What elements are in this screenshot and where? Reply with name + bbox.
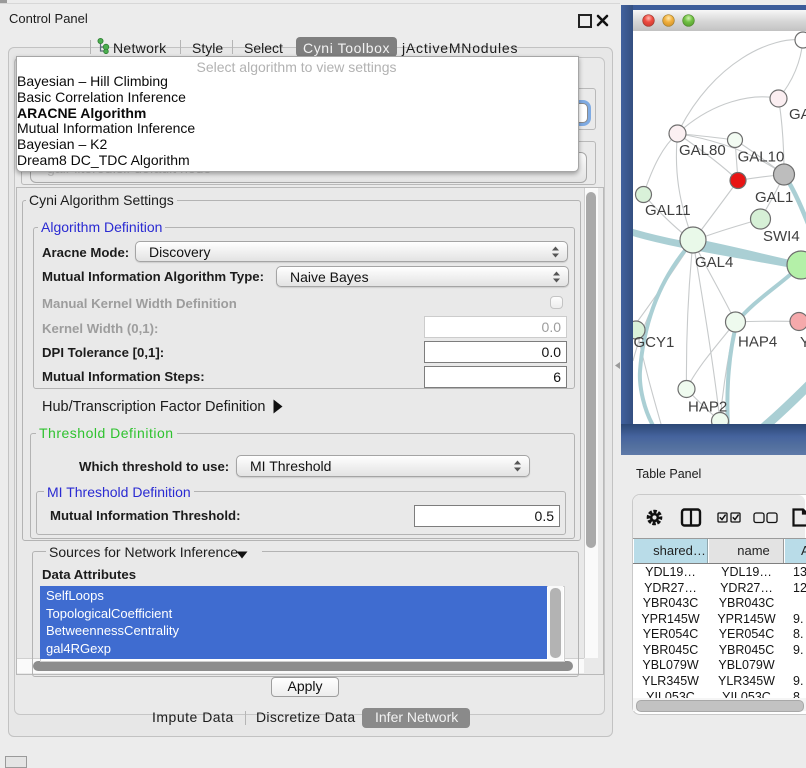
svg-text:Y: Y [800,334,806,351]
svg-text:GAL11: GAL11 [645,202,691,219]
svg-text:GAL4: GAL4 [695,254,733,271]
svg-text:GAL10: GAL10 [738,149,785,166]
svg-text:GAL: GAL [789,106,806,123]
svg-text:SWI4: SWI4 [763,228,800,245]
svg-text:GAL1: GAL1 [755,189,793,206]
svg-text:HAP4: HAP4 [738,334,777,351]
svg-text:GCY1: GCY1 [634,334,675,351]
svg-text:GAL80: GAL80 [679,142,726,159]
svg-text:HAP2: HAP2 [688,399,727,416]
